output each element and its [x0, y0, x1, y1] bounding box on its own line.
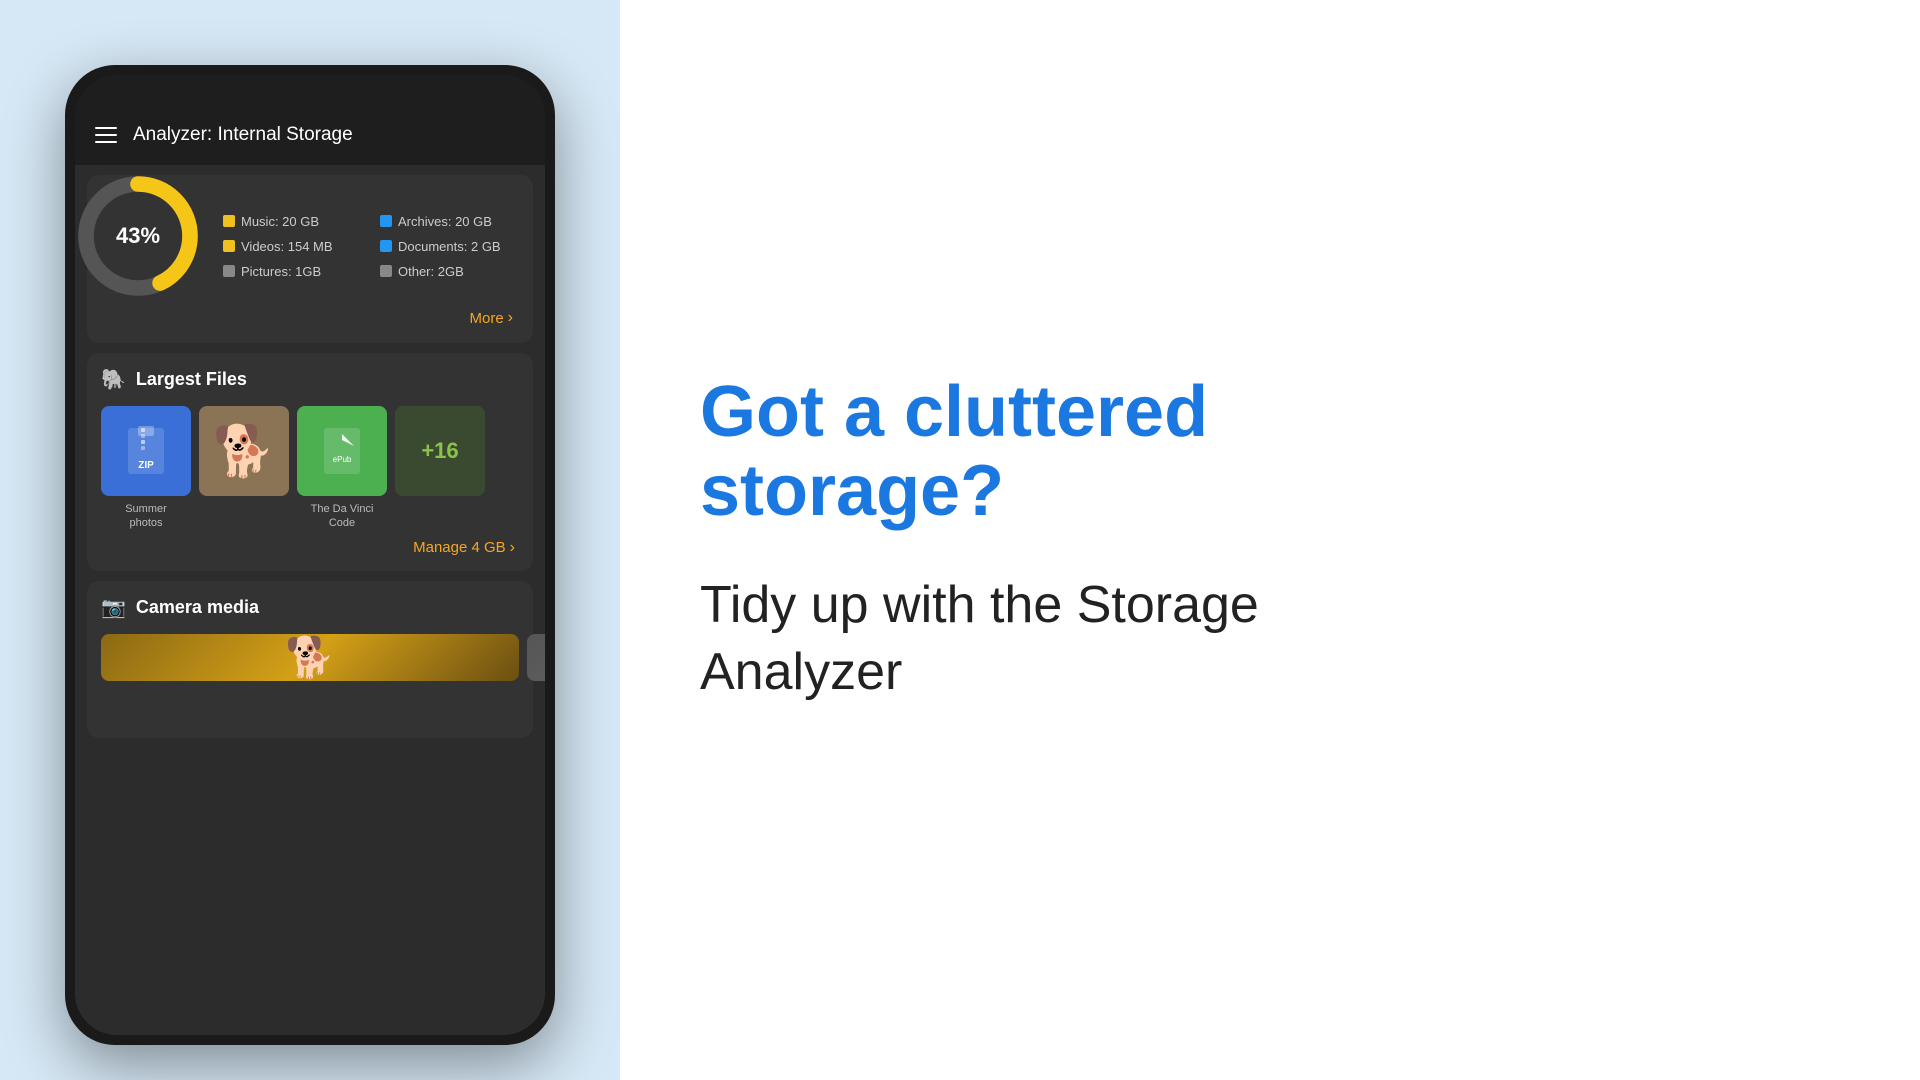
- headline-line1: Got a cluttered: [700, 372, 1208, 452]
- more-link[interactable]: More ›: [103, 301, 517, 327]
- left-section: Analyzer: Internal Storage 43%: [0, 0, 620, 1080]
- manage-link[interactable]: Manage 4 GB ›: [101, 531, 519, 557]
- subtext-line2: Analyzer: [700, 643, 902, 701]
- legend-dot-documents: [380, 240, 392, 252]
- legend-archives: Archives: 20 GB: [380, 214, 517, 229]
- svg-text:ZIP: ZIP: [138, 460, 154, 471]
- ebook-icon: ePub: [322, 426, 362, 476]
- legend-label-other: Other: 2GB: [398, 264, 464, 279]
- largest-files-icon: 🐘: [101, 367, 126, 392]
- file-item-dog-photo[interactable]: 🐕: [199, 406, 289, 531]
- camera-icon: 📷: [101, 595, 126, 620]
- section-header-camera: 📷 Camera media: [101, 595, 519, 620]
- storage-legend: Music: 20 GB Archives: 20 GB Videos: 154…: [223, 214, 517, 279]
- file-item-davinci[interactable]: ePub The Da VinciCode: [297, 406, 387, 531]
- file-thumb-more: +16: [395, 406, 485, 496]
- more-chevron-icon: ›: [508, 309, 513, 327]
- file-item-more[interactable]: +16: [395, 406, 485, 531]
- storage-card: 43% Music: 20 GB Archives: 20 GB: [87, 175, 533, 343]
- legend-label-music: Music: 20 GB: [241, 214, 319, 229]
- file-thumb-davinci: ePub: [297, 406, 387, 496]
- legend-pictures: Pictures: 1GB: [223, 264, 360, 279]
- camera-media-title: Camera media: [136, 597, 259, 618]
- file-item-summer-photos[interactable]: ZIP Summerphotos: [101, 406, 191, 531]
- subtext-line1: Tidy up with the Storage: [700, 576, 1259, 634]
- file-label-summer-photos: Summerphotos: [125, 502, 167, 531]
- app-title: Analyzer: Internal Storage: [133, 124, 353, 146]
- camera-thumb-2[interactable]: 🐩: [527, 634, 545, 681]
- legend-videos: Videos: 154 MB: [223, 239, 360, 254]
- legend-music: Music: 20 GB: [223, 214, 360, 229]
- svg-text:ePub: ePub: [333, 455, 352, 464]
- legend-label-pictures: Pictures: 1GB: [241, 264, 321, 279]
- hamburger-menu-icon[interactable]: [95, 127, 117, 143]
- camera-media-section: 📷 Camera media 🐕 🐩 🐾 +134: [87, 581, 533, 738]
- camera-thumb-1[interactable]: 🐕: [101, 634, 519, 681]
- phone-screen: Analyzer: Internal Storage 43%: [75, 75, 545, 1035]
- legend-label-documents: Documents: 2 GB: [398, 239, 501, 254]
- legend-other: Other: 2GB: [380, 264, 517, 279]
- legend-dot-videos: [223, 240, 235, 252]
- marketing-headline: Got a cluttered storage?: [700, 373, 1840, 531]
- storage-percentage: 43%: [116, 223, 160, 249]
- file-label-davinci: The Da VinciCode: [311, 502, 374, 531]
- file-grid: ZIP Summerphotos 🐕: [101, 406, 519, 531]
- phone-frame: Analyzer: Internal Storage 43%: [65, 65, 555, 1045]
- app-header: Analyzer: Internal Storage: [75, 105, 545, 165]
- file-thumb-summer-photos: ZIP: [101, 406, 191, 496]
- largest-files-section: 🐘 Largest Files: [87, 353, 533, 571]
- headline-line2: storage?: [700, 451, 1004, 531]
- zip-icon: ZIP: [126, 426, 166, 476]
- storage-donut-chart: 43%: [75, 171, 203, 301]
- file-thumb-dog-photo: 🐕: [199, 406, 289, 496]
- section-header-largest-files: 🐘 Largest Files: [101, 367, 519, 392]
- legend-label-archives: Archives: 20 GB: [398, 214, 492, 229]
- scroll-content: 43% Music: 20 GB Archives: 20 GB: [75, 165, 545, 1035]
- legend-dot-other: [380, 265, 392, 277]
- more-count-label: +16: [421, 438, 458, 464]
- legend-dot-archives: [380, 215, 392, 227]
- status-bar: [75, 75, 545, 105]
- manage-chevron-icon: ›: [510, 539, 515, 557]
- right-section: Got a cluttered storage? Tidy up with th…: [620, 0, 1920, 1080]
- camera-grid: 🐕 🐩 🐾 +134: [101, 634, 519, 724]
- legend-label-videos: Videos: 154 MB: [241, 239, 333, 254]
- largest-files-title: Largest Files: [136, 369, 247, 390]
- legend-dot-pictures: [223, 265, 235, 277]
- legend-documents: Documents: 2 GB: [380, 239, 517, 254]
- legend-dot-music: [223, 215, 235, 227]
- manage-label: Manage 4 GB: [413, 539, 506, 556]
- marketing-subtext: Tidy up with the Storage Analyzer: [700, 572, 1840, 707]
